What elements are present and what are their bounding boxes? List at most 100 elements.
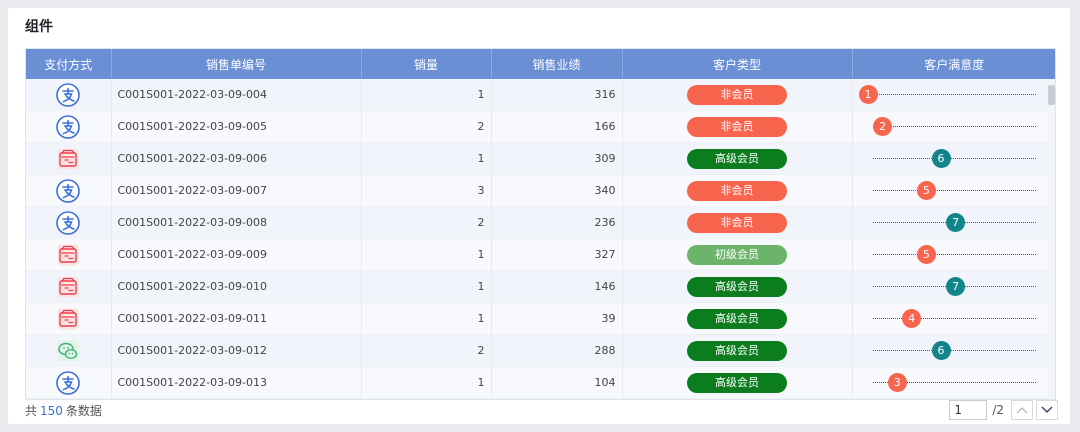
- table-row[interactable]: C001S001-2022-03-09-012 2 288 高级会员 6: [26, 334, 1055, 367]
- satisfaction-slider: 3: [853, 367, 1056, 398]
- table-row[interactable]: C001S001-2022-03-09-005 2 166 非会员 2: [26, 110, 1056, 143]
- satisfaction-marker: 1: [858, 85, 878, 104]
- satisfaction-cell: 3: [852, 366, 1056, 399]
- customer-type-badge: 非会员: [687, 116, 787, 137]
- satisfaction-marker: 5: [916, 181, 936, 200]
- card-icon: [55, 274, 81, 300]
- order-id-cell: C001S001-2022-03-09-004: [111, 79, 362, 111]
- satisfaction-slider: 5: [853, 175, 1056, 206]
- customer-type-cell: 初级会员: [622, 238, 853, 271]
- chevron-down-icon: [1041, 406, 1053, 414]
- customer-type-cell: 非会员: [622, 206, 853, 239]
- column-header-customer-type[interactable]: 客户类型: [622, 49, 853, 79]
- table-row[interactable]: C001S001-2022-03-09-013 1 104 高级会员 3: [26, 366, 1056, 399]
- satisfaction-slider: 2: [853, 111, 1056, 142]
- payment-cell: [26, 110, 112, 143]
- order-id-cell: C001S001-2022-03-09-005: [111, 110, 362, 143]
- quantity-cell: 2: [361, 206, 492, 239]
- table-row[interactable]: C001S001-2022-03-09-008 2 236 非会员 7: [26, 206, 1056, 239]
- column-header-payment[interactable]: 支付方式: [26, 49, 112, 79]
- customer-type-badge: 高级会员: [687, 148, 787, 169]
- order-id-cell: C001S001-2022-03-09-008: [111, 206, 362, 239]
- order-id-cell: C001S001-2022-03-09-006: [111, 142, 362, 175]
- payment-cell: [26, 174, 112, 207]
- satisfaction-slider: 5: [853, 239, 1056, 270]
- table-row[interactable]: C001S001-2022-03-09-009 1 327 初级会员 5: [26, 238, 1056, 271]
- chevron-up-icon: [1016, 406, 1028, 414]
- table-row[interactable]: C001S001-2022-03-09-011 1 39 高级会员 4: [26, 302, 1056, 335]
- order-id-cell: C001S001-2022-03-09-012: [111, 334, 362, 367]
- satisfaction-track: [872, 190, 1036, 191]
- table-row[interactable]: C001S001-2022-03-09-010 1 146 高级会员 7: [26, 270, 1056, 303]
- satisfaction-track: [872, 94, 1036, 95]
- customer-type-cell: 高级会员: [622, 366, 853, 399]
- vertical-scrollbar[interactable]: [1048, 79, 1055, 399]
- column-header-satisfaction[interactable]: 客户满意度: [852, 49, 1055, 79]
- table-row[interactable]: C001S001-2022-03-09-006 1 309 高级会员 6: [26, 142, 1055, 175]
- table-row[interactable]: C001S001-2022-03-09-007 3 340 非会员 5: [26, 174, 1056, 207]
- customer-type-cell: 非会员: [622, 174, 853, 207]
- component-panel: 组件 支付方式 销售单编号 销量 销售业绩 客户类型 客户满意度 C001S00…: [8, 8, 1070, 424]
- alipay-icon: [55, 370, 81, 396]
- panel-title: 组件: [25, 19, 53, 35]
- satisfaction-marker: 2: [873, 117, 893, 136]
- satisfaction-cell: 4: [852, 302, 1056, 335]
- quantity-cell: 1: [361, 142, 492, 175]
- total-prefix: 共: [25, 404, 38, 418]
- customer-type-badge: 高级会员: [687, 372, 787, 393]
- column-header-order-id[interactable]: 销售单编号: [111, 49, 362, 79]
- satisfaction-cell: 7: [852, 206, 1056, 239]
- quantity-cell: 1: [361, 366, 492, 399]
- satisfaction-slider: 4: [853, 303, 1056, 334]
- total-suffix: 条数据: [65, 404, 102, 418]
- quantity-cell: 2: [361, 110, 492, 143]
- prev-page-button[interactable]: [1011, 400, 1033, 420]
- satisfaction-marker: 6: [931, 341, 951, 360]
- customer-type-badge: 高级会员: [687, 276, 787, 297]
- sales-cell: 39: [491, 302, 623, 335]
- quantity-cell: 1: [361, 238, 492, 271]
- order-id-cell: C001S001-2022-03-09-013: [111, 366, 362, 399]
- scrollbar-thumb[interactable]: [1048, 85, 1055, 105]
- card-icon: [55, 306, 81, 332]
- payment-cell: [26, 270, 112, 303]
- page-number-input[interactable]: [949, 400, 988, 420]
- customer-type-badge: 非会员: [687, 84, 787, 105]
- table-header: 支付方式 销售单编号 销量 销售业绩 客户类型 客户满意度: [26, 49, 1055, 79]
- next-page-button[interactable]: [1036, 400, 1058, 420]
- order-id-cell: C001S001-2022-03-09-009: [111, 238, 362, 271]
- customer-type-badge: 非会员: [687, 212, 787, 233]
- customer-type-badge: 初级会员: [687, 244, 787, 265]
- satisfaction-marker: 7: [946, 213, 966, 232]
- satisfaction-cell: 6: [852, 334, 1055, 367]
- payment-cell: [26, 79, 112, 111]
- satisfaction-track: [872, 350, 1036, 351]
- satisfaction-track: [872, 318, 1036, 319]
- quantity-cell: 1: [361, 270, 492, 303]
- customer-type-cell: 高级会员: [622, 270, 853, 303]
- column-header-quantity[interactable]: 销量: [361, 49, 492, 79]
- quantity-cell: 1: [361, 79, 492, 111]
- satisfaction-cell: 5: [852, 238, 1056, 271]
- satisfaction-slider: 7: [853, 271, 1056, 302]
- column-header-sales[interactable]: 销售业绩: [491, 49, 623, 79]
- customer-type-cell: 非会员: [622, 79, 853, 111]
- total-pages: /2: [992, 403, 1004, 417]
- payment-cell: [26, 366, 112, 399]
- card-icon: [55, 146, 81, 172]
- satisfaction-cell: 6: [852, 142, 1055, 175]
- satisfaction-slider: 7: [853, 207, 1056, 238]
- satisfaction-marker: 6: [931, 149, 951, 168]
- payment-cell: [26, 206, 112, 239]
- satisfaction-cell: 2: [852, 110, 1056, 143]
- alipay-icon: [55, 82, 81, 108]
- satisfaction-track: [872, 158, 1036, 159]
- order-id-cell: C001S001-2022-03-09-007: [111, 174, 362, 207]
- sales-table: 支付方式 销售单编号 销量 销售业绩 客户类型 客户满意度 C001S001-2…: [25, 48, 1056, 400]
- quantity-cell: 1: [361, 302, 492, 335]
- table-row[interactable]: C001S001-2022-03-09-004 1 316 非会员 1: [26, 79, 1055, 111]
- payment-cell: [26, 142, 112, 175]
- pagination: /2: [949, 399, 1058, 421]
- sales-cell: 316: [491, 79, 623, 111]
- satisfaction-cell: 7: [852, 270, 1056, 303]
